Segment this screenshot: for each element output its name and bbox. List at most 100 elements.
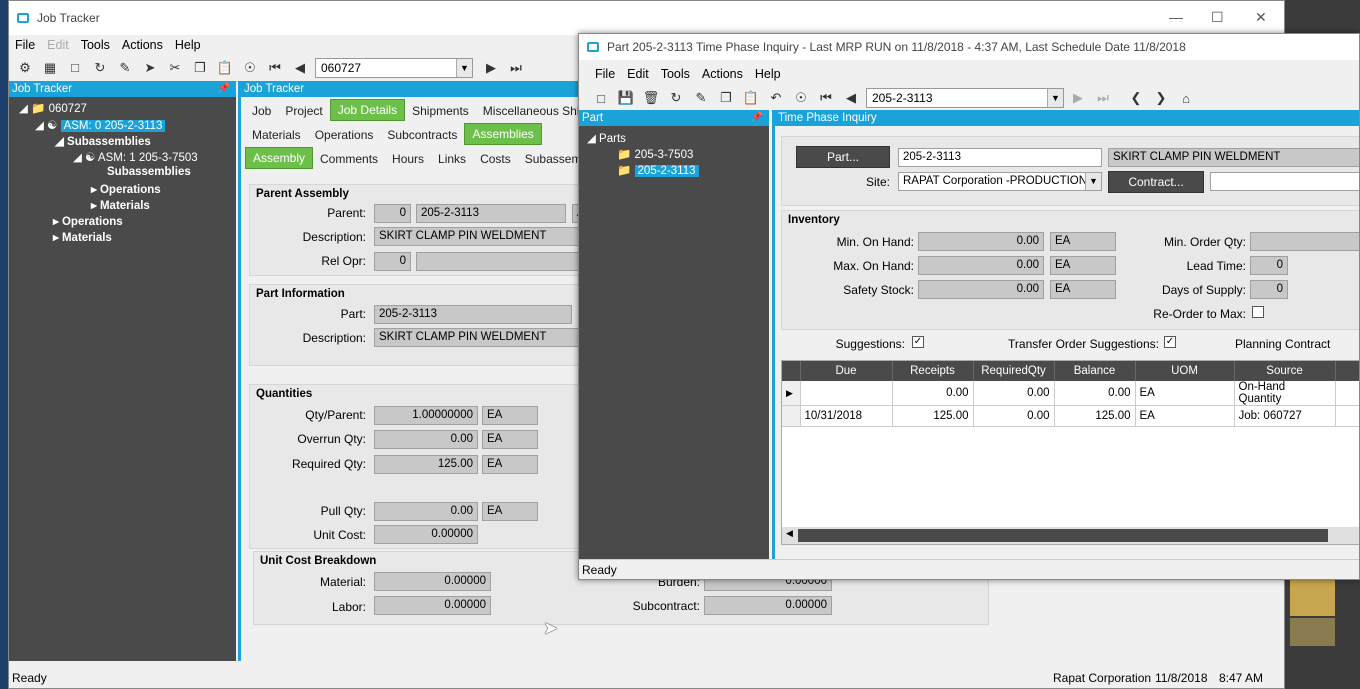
tab-costs[interactable]: Costs (473, 149, 518, 169)
max-on-hand-field[interactable]: 0.00 (918, 256, 1044, 275)
menu-edit[interactable]: Edit (47, 38, 69, 52)
clear-icon[interactable]: ✎ (115, 59, 135, 77)
tpi-menu-edit[interactable]: Edit (627, 67, 649, 81)
home-icon[interactable]: ⌂ (1176, 89, 1196, 107)
delete-icon[interactable]: 🗑 (641, 89, 661, 107)
table-row[interactable]: ▶ 0.00 0.00 0.00 EA On-Hand Quantity (782, 381, 1359, 406)
forward-icon[interactable]: ❯ (1151, 89, 1171, 107)
first-record-icon[interactable]: ⏮ (265, 59, 285, 77)
pin-icon[interactable]: 📌 (218, 81, 230, 97)
tab-job-details[interactable]: Job Details (329, 99, 406, 121)
pin-icon[interactable]: 📌 (751, 110, 763, 126)
close-icon[interactable]: ✕ (1255, 9, 1267, 26)
undo-icon[interactable]: ↶ (766, 89, 786, 107)
col-balance[interactable]: Balance (1054, 361, 1136, 381)
transfer-order-checkbox[interactable]: ✓ (1164, 336, 1176, 348)
part-field[interactable]: 205-2-3113 (374, 305, 572, 324)
cut-icon[interactable]: ✂ (165, 59, 185, 77)
search-icon[interactable]: ☉ (240, 59, 260, 77)
grid-icon[interactable]: ▦ (40, 59, 60, 77)
tree-sub-materials[interactable]: ▸ Materials (91, 198, 150, 212)
tree-sub-subassemblies[interactable]: Subassemblies (107, 166, 191, 178)
tab-links[interactable]: Links (431, 149, 473, 169)
parent-seq-field[interactable]: 0 (374, 204, 411, 223)
tab-operations[interactable]: Operations (308, 125, 381, 145)
tab-assemblies[interactable]: Assemblies (464, 123, 542, 145)
reorder-to-max-checkbox[interactable] (1252, 306, 1264, 318)
menu-actions[interactable]: Actions (122, 38, 163, 52)
tracker-icon[interactable]: ⚙ (15, 59, 35, 77)
first-record-icon[interactable]: ⏮ (816, 89, 836, 107)
parent-part-field[interactable]: 205-2-3113 (416, 204, 566, 223)
tpi-menu-help[interactable]: Help (755, 67, 781, 81)
site-select[interactable]: RAPAT Corporation -PRODUCTION ▼ (898, 172, 1102, 191)
tpi-tree-item-1[interactable]: 📁 205-3-7503 (617, 147, 693, 161)
material-cost-field[interactable]: 0.00000 (374, 572, 491, 591)
refresh-icon[interactable]: ↻ (90, 59, 110, 77)
refresh-icon[interactable]: ↻ (666, 89, 686, 107)
tree-sub-operations[interactable]: ▸ Operations (91, 182, 161, 196)
tpi-menu-file[interactable]: File (595, 67, 615, 81)
last-record-icon[interactable]: ⏭ (1093, 89, 1113, 107)
min-on-hand-field[interactable]: 0.00 (918, 232, 1044, 251)
tree-operations[interactable]: ▸ Operations (53, 214, 123, 228)
menu-help[interactable]: Help (175, 38, 201, 52)
go-icon[interactable]: ➤ (140, 59, 160, 77)
minimize-icon[interactable]: — (1169, 9, 1183, 25)
table-row[interactable]: 10/31/2018 125.00 0.00 125.00 EA Job: 06… (782, 405, 1359, 427)
overrun-uom[interactable]: EA (482, 430, 538, 449)
chevron-down-icon[interactable]: ▼ (1085, 173, 1101, 190)
save-icon[interactable]: 💾 (616, 89, 636, 107)
tpi-tree-item-2[interactable]: 📁 205-2-3113 (617, 163, 699, 177)
paste-icon[interactable]: 📋 (741, 89, 761, 107)
tree-asm1[interactable]: ◢ ☯ ASM: 1 205-3-7503 (73, 150, 198, 164)
next-record-icon[interactable]: ▶ (481, 59, 501, 77)
tab-project[interactable]: Project (278, 101, 329, 121)
new-icon[interactable]: □ (65, 59, 85, 77)
tpi-menu-actions[interactable]: Actions (702, 67, 743, 81)
tab-shipments[interactable]: Shipments (405, 101, 476, 121)
job-number-combo[interactable]: 060727 ▼ (315, 57, 473, 78)
horizontal-scrollbar[interactable]: ◀ (782, 527, 1359, 544)
clear-icon[interactable]: ✎ (691, 89, 711, 107)
tpi-part-field[interactable]: 205-2-3113 (898, 148, 1102, 167)
qty-parent-field[interactable]: 1.00000000 (374, 406, 478, 425)
rel-opr-field[interactable]: 0 (374, 252, 411, 271)
tab-comments[interactable]: Comments (313, 149, 385, 169)
tab-hours[interactable]: Hours (385, 149, 431, 169)
copy-icon[interactable]: ❐ (716, 89, 736, 107)
suggestions-checkbox[interactable]: ✓ (912, 336, 924, 348)
required-qty-field[interactable]: 125.00 (374, 455, 478, 474)
col-receipts[interactable]: Receipts (892, 361, 974, 381)
labor-cost-field[interactable]: 0.00000 (374, 596, 491, 615)
back-icon[interactable]: ❮ (1126, 89, 1146, 107)
part-button[interactable]: Part... (796, 146, 890, 168)
tree-materials[interactable]: ▸ Materials (53, 230, 112, 244)
col-uom[interactable]: UOM (1135, 361, 1235, 381)
pull-qty-uom[interactable]: EA (482, 502, 538, 521)
tab-job[interactable]: Job (245, 101, 278, 121)
tree-subassemblies[interactable]: ◢ Subassemblies (55, 134, 151, 148)
prev-record-icon[interactable]: ◀ (841, 89, 861, 107)
tab-assembly[interactable]: Assembly (245, 147, 314, 169)
pull-qty-field[interactable]: 0.00 (374, 502, 478, 521)
paste-icon[interactable]: 📋 (215, 59, 235, 77)
col-due[interactable]: Due (800, 361, 893, 381)
max-on-hand-uom[interactable]: EA (1050, 256, 1116, 275)
next-record-icon[interactable]: ▶ (1068, 89, 1088, 107)
qty-parent-uom[interactable]: EA (482, 406, 538, 425)
prev-record-icon[interactable]: ◀ (290, 59, 310, 77)
col-required-qty[interactable]: RequiredQty (973, 361, 1055, 381)
tpi-menu-tools[interactable]: Tools (661, 67, 690, 81)
tree-asm0[interactable]: ◢ ☯ ASM: 0 205-2-3113 (35, 118, 166, 132)
min-on-hand-uom[interactable]: EA (1050, 232, 1116, 251)
search-icon[interactable]: ☉ (791, 89, 811, 107)
chevron-down-icon[interactable]: ▼ (456, 58, 472, 77)
new-icon[interactable]: □ (591, 89, 611, 107)
copy-icon[interactable]: ❐ (190, 59, 210, 77)
menu-file[interactable]: File (15, 38, 35, 52)
overrun-field[interactable]: 0.00 (374, 430, 478, 449)
scrollbar-thumb[interactable] (798, 529, 1328, 542)
tpi-part-combo[interactable]: 205-2-3113 ▼ (866, 88, 1064, 108)
tab-materials[interactable]: Materials (245, 125, 308, 145)
